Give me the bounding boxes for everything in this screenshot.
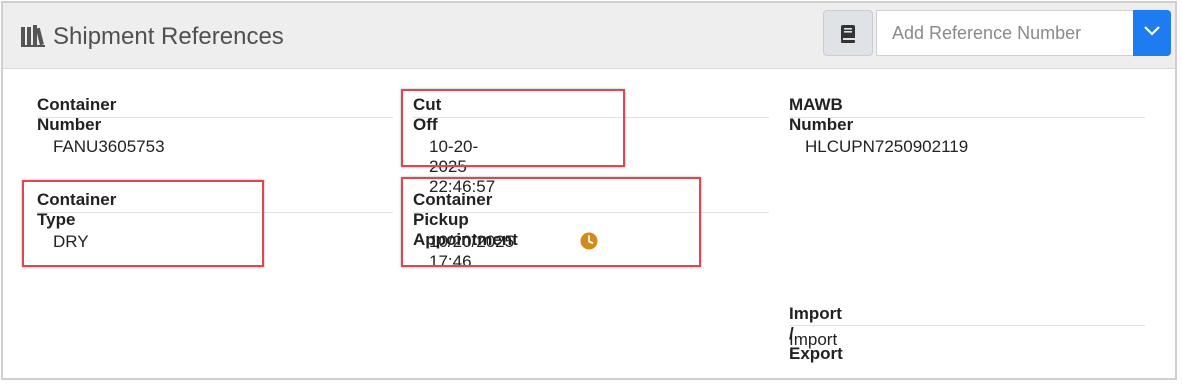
import-export-value: Import xyxy=(789,330,838,349)
reference-book-button[interactable] xyxy=(823,10,873,56)
container-number-label: Container Number xyxy=(37,95,117,134)
container-pickup-appointment-highlight-box xyxy=(401,177,701,267)
mawb-number-label: MAWB Number xyxy=(789,95,854,134)
chevron-down-icon xyxy=(1144,26,1160,36)
cut-off-highlight-box xyxy=(401,89,625,167)
panel-header: Shipment References xyxy=(3,3,1175,69)
container-number-value: FANU3605753 xyxy=(53,137,165,156)
mawb-number-value: HLCUPN7250902119 xyxy=(805,137,969,156)
book-icon xyxy=(841,25,855,43)
shipment-references-panel: Shipment References Container Number FAN… xyxy=(1,1,1177,380)
library-books-icon xyxy=(21,25,47,51)
container-type-highlight-box xyxy=(22,180,264,267)
reference-dropdown-button[interactable] xyxy=(1133,10,1171,56)
panel-title: Shipment References xyxy=(53,23,284,50)
reference-number-input[interactable] xyxy=(876,10,1133,56)
